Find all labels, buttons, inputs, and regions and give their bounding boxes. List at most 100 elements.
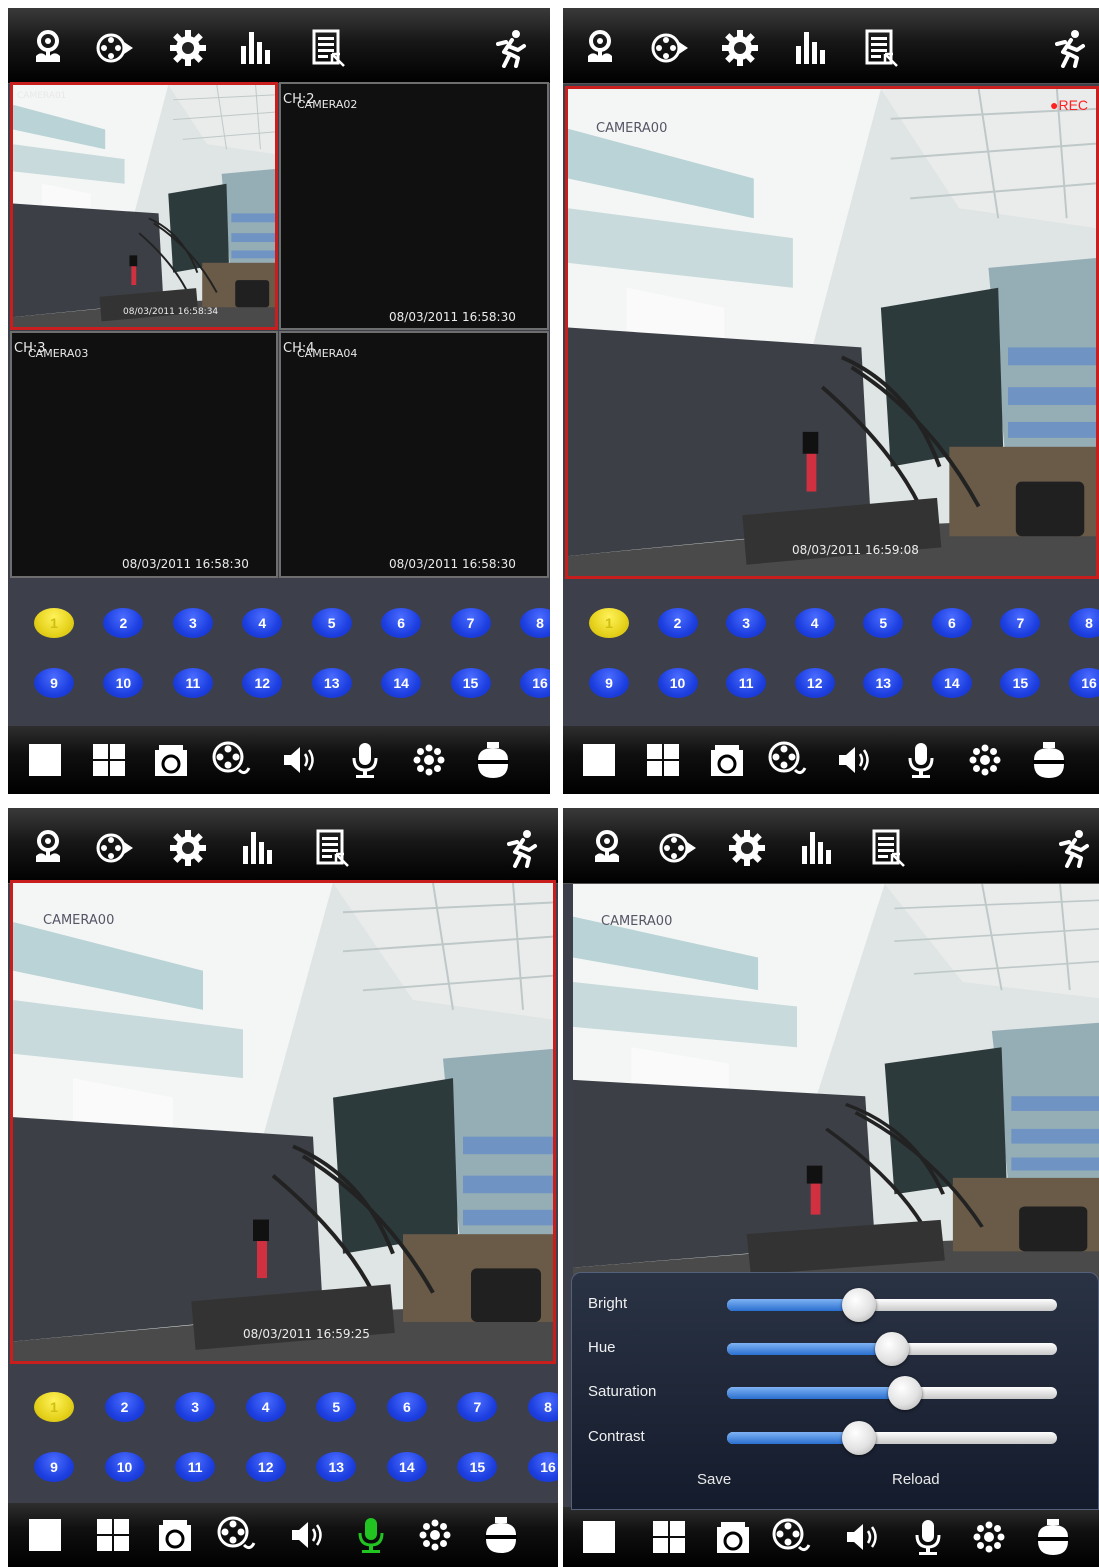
stats-bars-icon[interactable]	[791, 28, 831, 68]
quad-view-icon[interactable]	[649, 1517, 689, 1557]
log-list-icon[interactable]	[861, 28, 901, 68]
channel-button-5[interactable]: 5	[316, 1392, 357, 1422]
video-cell-3[interactable]: CH:3 CAMERA03 08/03/2011 16:58:30	[10, 331, 278, 578]
channel-button-3[interactable]: 3	[726, 608, 767, 638]
image-adjust-icon[interactable]	[965, 740, 1005, 780]
contrast-slider-thumb[interactable]	[842, 1421, 876, 1455]
ptz-dome-icon[interactable]	[481, 1515, 521, 1555]
channel-button-2[interactable]: 2	[103, 608, 144, 638]
ptz-dome-icon[interactable]	[1033, 1517, 1073, 1557]
channel-button-6[interactable]: 6	[381, 608, 422, 638]
channel-button-1[interactable]: 1	[34, 608, 74, 638]
single-view-icon[interactable]	[579, 740, 619, 780]
stats-bars-icon[interactable]	[797, 828, 837, 868]
channel-button-4[interactable]: 4	[242, 608, 283, 638]
ptz-flower-icon[interactable]	[580, 28, 620, 68]
video-cell-1[interactable]: CAMERA01 08/03/2011 16:58:34	[10, 82, 278, 330]
settings-gear-icon[interactable]	[168, 828, 208, 868]
motion-run-icon[interactable]	[501, 828, 541, 868]
snapshot-camera-icon[interactable]	[707, 740, 747, 780]
channel-button-16[interactable]: 16	[528, 1452, 558, 1482]
channel-button-10[interactable]: 10	[103, 668, 144, 698]
image-adjust-icon[interactable]	[969, 1517, 1009, 1557]
channel-button-2[interactable]: 2	[657, 608, 698, 638]
video-feed[interactable]: CAMERA00 08/03/2011 16:59:25	[10, 880, 556, 1364]
channel-button-8[interactable]: 8	[528, 1392, 558, 1422]
microphone-icon[interactable]	[908, 1517, 948, 1557]
channel-button-5[interactable]: 5	[863, 608, 904, 638]
video-cell-4[interactable]: CH:4 CAMERA04 08/03/2011 16:58:30	[279, 331, 549, 578]
record-film-icon[interactable]	[771, 1517, 811, 1557]
channel-button-10[interactable]: 10	[657, 668, 698, 698]
microphone-icon[interactable]	[345, 740, 385, 780]
channel-button-13[interactable]: 13	[316, 1452, 357, 1482]
record-film-icon[interactable]	[211, 740, 251, 780]
ptz-flower-icon[interactable]	[28, 828, 68, 868]
channel-button-12[interactable]: 12	[242, 668, 283, 698]
saturation-slider-thumb[interactable]	[888, 1376, 923, 1410]
channel-button-6[interactable]: 6	[931, 608, 972, 638]
snapshot-camera-icon[interactable]	[151, 740, 191, 780]
log-list-icon[interactable]	[308, 28, 348, 68]
bright-slider[interactable]	[727, 1299, 1057, 1311]
stats-bars-icon[interactable]	[238, 828, 278, 868]
channel-button-9[interactable]: 9	[34, 668, 74, 698]
microphone-active-icon[interactable]	[351, 1515, 391, 1555]
channel-button-14[interactable]: 14	[931, 668, 972, 698]
motion-run-icon[interactable]	[1049, 28, 1089, 68]
motion-run-icon[interactable]	[490, 28, 530, 68]
quad-view-icon[interactable]	[93, 1515, 133, 1555]
playback-icon[interactable]	[94, 28, 134, 68]
channel-button-5[interactable]: 5	[311, 608, 352, 638]
video-feed[interactable]: CAMERA00	[573, 884, 1099, 1284]
channel-button-13[interactable]: 13	[863, 668, 904, 698]
ptz-dome-icon[interactable]	[1029, 740, 1069, 780]
log-list-icon[interactable]	[868, 828, 908, 868]
snapshot-camera-icon[interactable]	[713, 1517, 753, 1557]
settings-gear-icon[interactable]	[168, 28, 208, 68]
channel-button-14[interactable]: 14	[381, 668, 422, 698]
playback-icon[interactable]	[657, 828, 697, 868]
reload-button[interactable]: Reload	[892, 1471, 940, 1488]
channel-button-9[interactable]: 9	[589, 668, 629, 698]
save-button[interactable]: Save	[697, 1471, 731, 1488]
settings-gear-icon[interactable]	[727, 828, 767, 868]
channel-button-7[interactable]: 7	[1000, 608, 1041, 638]
ptz-dome-icon[interactable]	[473, 740, 513, 780]
single-view-icon[interactable]	[579, 1517, 619, 1557]
video-feed[interactable]: CAMERA00 ●REC 08/03/2011 16:59:08	[565, 86, 1099, 579]
speaker-audio-icon[interactable]	[288, 1515, 328, 1555]
quad-view-icon[interactable]	[643, 740, 683, 780]
speaker-audio-icon[interactable]	[280, 740, 320, 780]
channel-button-11[interactable]: 11	[175, 1452, 216, 1482]
channel-button-12[interactable]: 12	[794, 668, 835, 698]
motion-run-icon[interactable]	[1053, 828, 1093, 868]
channel-button-12[interactable]: 12	[245, 1452, 286, 1482]
channel-button-16[interactable]: 16	[1069, 668, 1099, 698]
quad-view-icon[interactable]	[89, 740, 129, 780]
channel-button-11[interactable]: 11	[172, 668, 213, 698]
channel-button-6[interactable]: 6	[386, 1392, 427, 1422]
channel-button-10[interactable]: 10	[104, 1452, 145, 1482]
channel-button-9[interactable]: 9	[34, 1452, 74, 1482]
channel-button-3[interactable]: 3	[175, 1392, 216, 1422]
ptz-flower-icon[interactable]	[28, 28, 68, 68]
speaker-audio-icon[interactable]	[835, 740, 875, 780]
contrast-slider[interactable]	[727, 1432, 1057, 1444]
channel-button-1[interactable]: 1	[34, 1392, 74, 1422]
channel-button-7[interactable]: 7	[457, 1392, 498, 1422]
channel-button-1[interactable]: 1	[589, 608, 629, 638]
channel-button-2[interactable]: 2	[104, 1392, 145, 1422]
speaker-audio-icon[interactable]	[843, 1517, 883, 1557]
record-film-icon[interactable]	[216, 1515, 256, 1555]
channel-button-8[interactable]: 8	[1069, 608, 1099, 638]
channel-button-15[interactable]: 15	[1000, 668, 1041, 698]
hue-slider-thumb[interactable]	[875, 1332, 909, 1366]
channel-button-16[interactable]: 16	[520, 668, 550, 698]
channel-button-4[interactable]: 4	[245, 1392, 286, 1422]
settings-gear-icon[interactable]	[720, 28, 760, 68]
bright-slider-thumb[interactable]	[842, 1288, 876, 1322]
channel-button-15[interactable]: 15	[457, 1452, 498, 1482]
ptz-flower-icon[interactable]	[587, 828, 627, 868]
channel-button-7[interactable]: 7	[450, 608, 491, 638]
